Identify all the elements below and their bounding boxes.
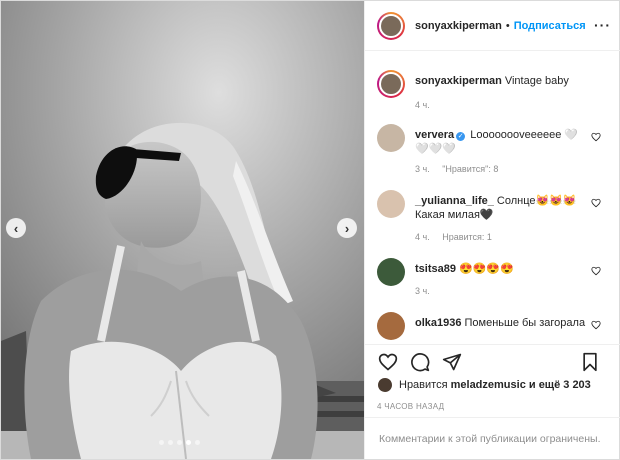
- follow-button[interactable]: Подписаться: [514, 20, 586, 32]
- chevron-left-icon: ‹: [13, 220, 19, 236]
- author-avatar[interactable]: [377, 11, 405, 40]
- carousel-dot: [177, 440, 182, 445]
- bookmark-icon: [583, 352, 597, 372]
- comments-restricted-notice: Комментарии к этой публикации ограничены…: [365, 417, 620, 459]
- comment-like-heart-icon[interactable]: [591, 266, 601, 276]
- comment-like-heart-icon[interactable]: [591, 198, 601, 208]
- post-header: sonyaxkiperman • Подписаться ···: [365, 1, 620, 51]
- like-button[interactable]: [377, 351, 399, 373]
- comment-time[interactable]: 3 ч.: [415, 286, 430, 296]
- carousel-indicator: [159, 440, 200, 445]
- instagram-post: ‹ › sonyaxkiperman • Подписаться ··· son…: [0, 0, 620, 460]
- comment-like-heart-icon[interactable]: [591, 320, 601, 330]
- caption-time[interactable]: 4 ч.: [415, 100, 430, 110]
- comments-restricted-text: Комментарии к этой публикации ограничены…: [379, 432, 601, 445]
- comment-time[interactable]: 4 ч.: [415, 232, 430, 242]
- separator-dot: •: [505, 19, 510, 32]
- comments-list: sonyaxkiperman Vintage baby 4 ч. ververa ✓…: [365, 52, 620, 344]
- post-timestamp[interactable]: 4 ЧАСОВ НАЗАД: [377, 402, 444, 411]
- comment-time[interactable]: 3 ч.: [415, 164, 430, 174]
- comment-avatar[interactable]: [377, 190, 405, 218]
- caption: sonyaxkiperman Vintage baby 4 ч.: [377, 70, 613, 120]
- comment-username[interactable]: ververa: [415, 129, 454, 141]
- post-photo[interactable]: ‹ ›: [1, 1, 364, 459]
- comment-avatar[interactable]: [377, 258, 405, 286]
- photo-image: [1, 1, 364, 459]
- liker-avatar[interactable]: [377, 377, 393, 393]
- author-username[interactable]: sonyaxkiperman: [415, 20, 502, 32]
- comment-item: _yulianna_life_ Солнце😻😻😻 Какая милая🖤 4 …: [377, 190, 613, 250]
- heart-icon: [378, 353, 398, 371]
- comment-username[interactable]: olka1936: [415, 317, 461, 329]
- previous-photo-button[interactable]: ‹: [6, 218, 26, 238]
- carousel-dot: [159, 440, 164, 445]
- comment-text: 😍😍😍😍: [458, 263, 514, 275]
- likes-summary: Нравится meladzemusic и ещё 3 203: [377, 377, 591, 393]
- paper-plane-icon: [442, 353, 462, 370]
- comment-avatar[interactable]: [377, 312, 405, 340]
- comment-avatar[interactable]: [377, 124, 405, 152]
- comment-text: Поменьше бы загорала: [464, 317, 586, 329]
- liker-username[interactable]: meladzemusic: [451, 379, 526, 391]
- chevron-right-icon: ›: [344, 220, 350, 236]
- post-actions: [365, 344, 620, 378]
- carousel-dot: [168, 440, 173, 445]
- verified-badge-icon: ✓: [456, 132, 466, 141]
- comment-likes[interactable]: "Нравится": 8: [442, 164, 498, 174]
- comment-like-heart-icon[interactable]: [591, 132, 601, 142]
- comment-likes[interactable]: Нравится: 1: [442, 232, 492, 242]
- save-button[interactable]: [579, 351, 601, 373]
- comment-button[interactable]: [409, 351, 431, 373]
- next-photo-button[interactable]: ›: [337, 218, 357, 238]
- post-side-panel: sonyaxkiperman • Подписаться ··· sonyaxk…: [364, 1, 620, 459]
- comment-item: ververa ✓ Loooooooveeeeee 🤍 🤍🤍🤍 3 ч. "Нра…: [377, 124, 613, 180]
- comment-username[interactable]: tsitsa89: [415, 263, 456, 275]
- comment-username[interactable]: _yulianna_life_: [415, 195, 494, 207]
- caption-text: Vintage baby: [504, 75, 569, 87]
- caption-username[interactable]: sonyaxkiperman: [415, 75, 502, 87]
- likes-count[interactable]: и ещё 3 203: [529, 379, 591, 391]
- comment-item: olka1936 Поменьше бы загорала: [377, 312, 613, 344]
- share-button[interactable]: [441, 351, 463, 373]
- comment-icon: [411, 352, 430, 371]
- carousel-dot: [186, 440, 191, 445]
- carousel-dot: [195, 440, 200, 445]
- comment-item: tsitsa89 😍😍😍😍 3 ч.: [377, 258, 613, 308]
- caption-avatar[interactable]: [377, 70, 405, 98]
- likes-prefix: Нравится: [399, 379, 448, 391]
- more-options-icon[interactable]: ···: [594, 17, 611, 33]
